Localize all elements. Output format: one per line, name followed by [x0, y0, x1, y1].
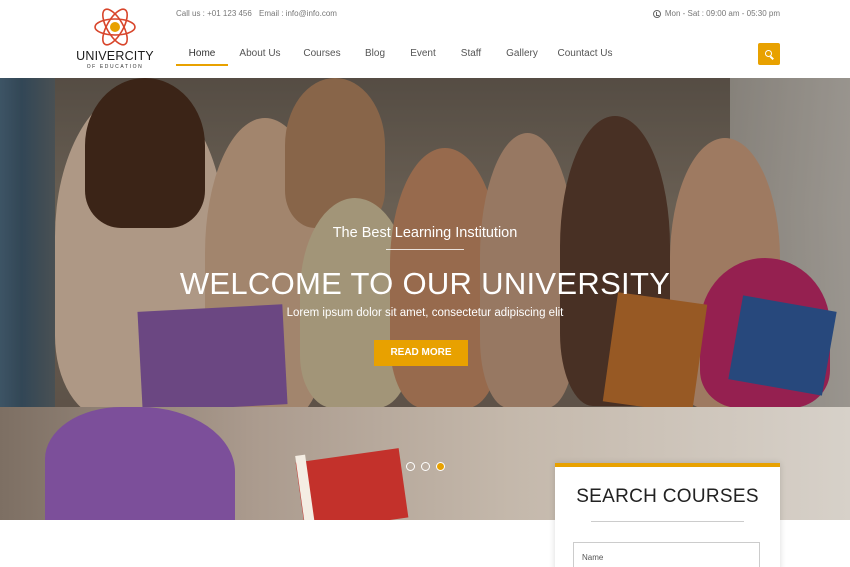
nav-event[interactable]: Event	[398, 42, 448, 66]
clock-icon	[652, 9, 661, 18]
opening-hours-text: Mon - Sat : 09:00 am - 05:30 pm	[664, 9, 780, 18]
tagline-divider	[386, 249, 464, 250]
search-icon	[764, 49, 772, 57]
main-nav: Home About Us Courses Blog Event Staff G…	[176, 42, 620, 68]
hero-headline: WELCOME TO OUR UNIVERSITY	[179, 266, 671, 301]
slider-dots	[406, 462, 445, 471]
hero-subtext: Lorem ipsum dolor sit amet, consectetur …	[286, 307, 564, 319]
nav-gallery[interactable]: Gallery	[494, 42, 550, 66]
slider-dot-2[interactable]	[421, 462, 430, 471]
email-info[interactable]: Email : info@info.com	[259, 9, 337, 18]
search-courses-divider	[591, 521, 744, 522]
student-sweater	[45, 407, 235, 520]
site-header: UNIVERCITY OF EDUCATION Call us : +01 12…	[0, 0, 850, 78]
hero-tagline: The Best Learning Institution	[332, 225, 518, 241]
logo-name: UNIVERCITY	[76, 49, 154, 63]
hero-slider: The Best Learning Institution WELCOME TO…	[0, 78, 850, 407]
search-courses-title: SEARCH COURSES	[576, 486, 759, 507]
atom-icon	[94, 8, 136, 46]
nav-blog[interactable]: Blog	[352, 42, 398, 66]
nav-courses[interactable]: Courses	[292, 42, 352, 66]
slider-dot-1[interactable]	[406, 462, 415, 471]
call-info: Call us : +01 123 456	[176, 9, 252, 18]
logo-tagline: OF EDUCATION	[86, 64, 144, 70]
nav-contact-us[interactable]: Countact Us	[550, 42, 620, 66]
nav-about-us[interactable]: About Us	[228, 42, 292, 66]
opening-hours: Mon - Sat : 09:00 am - 05:30 pm	[652, 9, 780, 18]
search-button[interactable]	[758, 43, 780, 65]
search-courses-card: SEARCH COURSES	[555, 463, 780, 567]
read-more-button[interactable]: READ MORE	[374, 340, 468, 366]
logo[interactable]: UNIVERCITY OF EDUCATION	[72, 6, 158, 72]
nav-staff[interactable]: Staff	[448, 42, 494, 66]
slider-dot-3[interactable]	[436, 462, 445, 471]
nav-home[interactable]: Home	[176, 42, 228, 66]
course-name-input[interactable]	[573, 542, 760, 567]
